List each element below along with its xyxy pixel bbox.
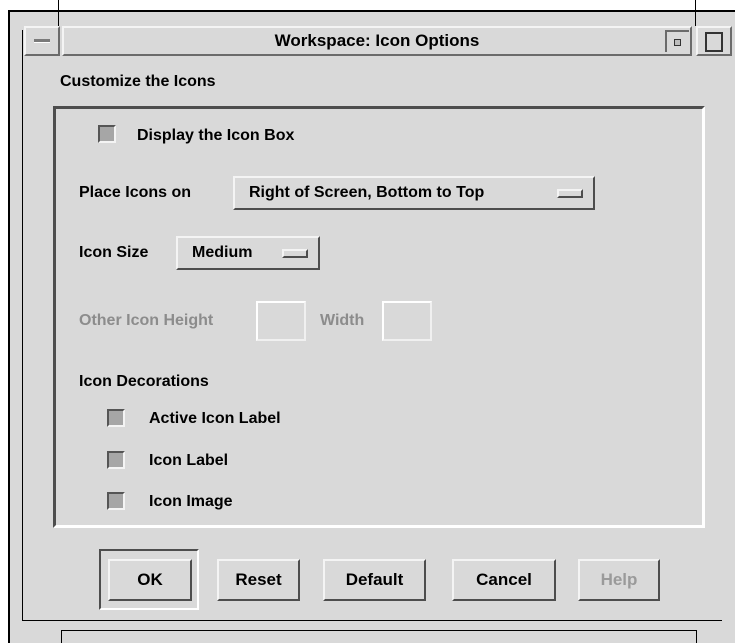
option-menu-indicator-icon xyxy=(557,189,583,198)
display-icon-box-checkbox[interactable] xyxy=(98,125,116,143)
frame-corner-tick xyxy=(58,0,59,26)
minimize-button[interactable] xyxy=(665,30,689,52)
icon-width-field[interactable] xyxy=(382,301,432,341)
display-icon-box-label[interactable]: Display the Icon Box xyxy=(137,127,294,145)
frame-corner-tick xyxy=(696,630,697,643)
icon-decorations-heading: Icon Decorations xyxy=(79,373,209,390)
active-icon-label-label[interactable]: Active Icon Label xyxy=(149,410,281,428)
icon-size-label: Icon Size xyxy=(79,244,149,261)
icon-label-label[interactable]: Icon Label xyxy=(149,452,228,470)
icon-image-label[interactable]: Icon Image xyxy=(149,493,233,511)
reset-button[interactable]: Reset xyxy=(217,559,300,601)
icon-size-value: Medium xyxy=(192,244,253,261)
icon-image-checkbox[interactable] xyxy=(107,492,125,510)
option-menu-indicator-icon xyxy=(282,249,308,258)
frame-outer-bottom-edge xyxy=(61,630,697,631)
minimize-icon xyxy=(674,39,681,46)
icon-size-option-menu[interactable]: Medium xyxy=(176,236,320,270)
place-icons-label: Place Icons on xyxy=(79,184,192,201)
window-menu-button[interactable] xyxy=(24,26,60,56)
maximize-icon xyxy=(705,32,723,52)
cancel-button[interactable]: Cancel xyxy=(452,559,556,601)
place-icons-value: Right of Screen, Bottom to Top xyxy=(249,184,485,201)
active-icon-label-checkbox[interactable] xyxy=(107,409,125,427)
icon-label-checkbox[interactable] xyxy=(107,451,125,469)
window-title[interactable]: Workspace: Icon Options xyxy=(62,26,692,56)
icon-width-label: Width xyxy=(320,312,365,329)
ok-button[interactable]: OK xyxy=(108,559,192,601)
frame-corner-tick xyxy=(61,630,62,643)
icon-height-field[interactable] xyxy=(256,301,306,341)
place-icons-option-menu[interactable]: Right of Screen, Bottom to Top xyxy=(233,176,595,210)
maximize-button[interactable] xyxy=(696,26,732,56)
title-bar: Workspace: Icon Options xyxy=(24,26,732,58)
dialog-heading: Customize the Icons xyxy=(60,73,216,90)
frame-inner-edge xyxy=(22,30,23,620)
default-button[interactable]: Default xyxy=(323,559,426,601)
other-icon-height-label: Other Icon Height xyxy=(79,312,214,329)
window-menu-icon xyxy=(34,39,50,43)
frame-bottom-edge xyxy=(22,620,722,621)
help-button[interactable]: Help xyxy=(578,559,660,601)
frame-corner-tick xyxy=(695,0,696,26)
